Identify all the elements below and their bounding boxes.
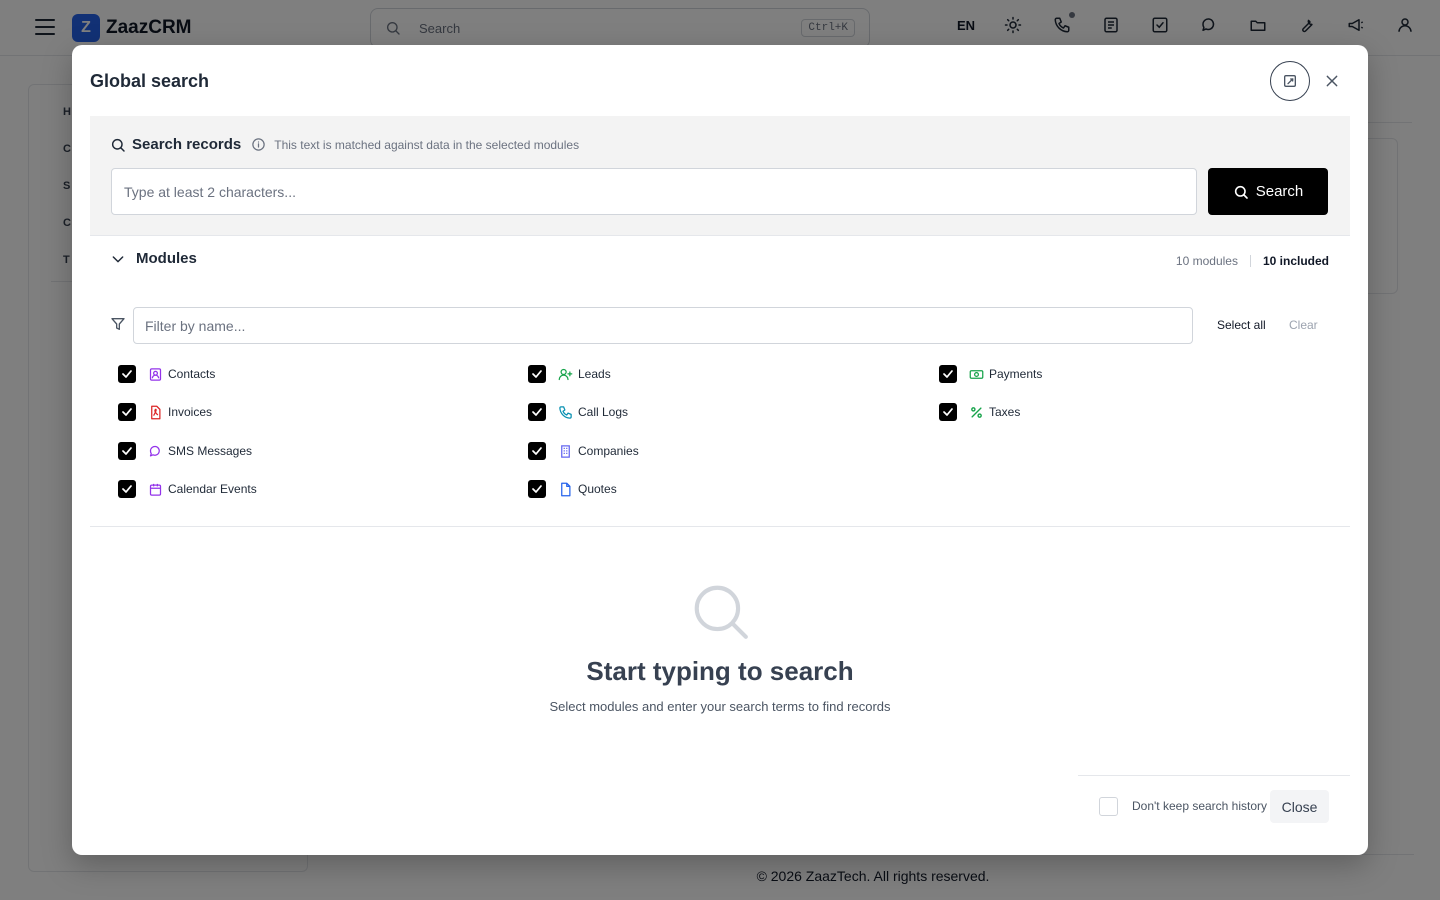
search-icon xyxy=(111,138,125,152)
module-item-call-logs[interactable]: Call Logs xyxy=(528,403,628,421)
search-button[interactable]: Search xyxy=(1208,168,1328,215)
module-item-payments[interactable]: Payments xyxy=(939,365,1042,383)
footer-divider xyxy=(1078,775,1350,776)
module-item-leads[interactable]: Leads xyxy=(528,365,611,383)
close-button[interactable]: Close xyxy=(1270,790,1329,823)
module-item-invoices[interactable]: Invoices xyxy=(118,403,212,421)
search-panel: Search records This text is matched agai… xyxy=(90,116,1350,236)
search-hint: This text is matched against data in the… xyxy=(274,137,580,152)
module-label: Contacts xyxy=(168,367,216,381)
chevron-down-icon xyxy=(112,255,124,262)
modules-count: 10 modules 10 included xyxy=(1176,254,1329,268)
document-icon xyxy=(557,481,573,497)
search-icon xyxy=(1234,185,1248,199)
info-icon[interactable] xyxy=(251,137,266,152)
module-item-calendar-events[interactable]: Calendar Events xyxy=(118,480,257,498)
module-item-quotes[interactable]: Quotes xyxy=(528,480,617,498)
module-label: Call Logs xyxy=(578,405,629,419)
select-all-button[interactable]: Select all xyxy=(1217,318,1266,332)
module-label: Payments xyxy=(989,367,1043,381)
checkbox-checked[interactable] xyxy=(118,365,136,383)
module-label: Quotes xyxy=(578,482,617,496)
contact-card-icon xyxy=(147,366,163,382)
module-label: Taxes xyxy=(989,405,1021,419)
module-label: SMS Messages xyxy=(168,444,253,458)
module-label: Calendar Events xyxy=(168,482,257,496)
modules-title: Modules xyxy=(136,250,197,267)
search-button-label: Search xyxy=(1255,183,1304,200)
section-divider xyxy=(90,526,1350,527)
module-label: Invoices xyxy=(168,405,213,419)
checkbox-checked[interactable] xyxy=(118,403,136,421)
external-link-icon xyxy=(1284,75,1296,87)
checkbox-checked[interactable] xyxy=(118,442,136,460)
user-plus-icon xyxy=(557,366,573,382)
module-item-contacts[interactable]: Contacts xyxy=(118,365,215,383)
module-item-sms-messages[interactable]: SMS Messages xyxy=(118,442,252,460)
modules-toggle[interactable]: Modules xyxy=(110,250,197,267)
search-panel-header: Search records This text is matched agai… xyxy=(110,136,579,153)
search-records-input[interactable] xyxy=(111,168,1197,215)
checkbox-checked[interactable] xyxy=(939,403,957,421)
file-pdf-icon xyxy=(147,404,163,420)
checkbox-checked[interactable] xyxy=(528,480,546,498)
search-records-title: Search records xyxy=(132,136,242,153)
percent-icon xyxy=(968,404,984,420)
checkbox-checked[interactable] xyxy=(528,403,546,421)
module-filter-input[interactable] xyxy=(133,307,1193,344)
building-icon xyxy=(557,443,573,459)
modules-total: 10 modules xyxy=(1175,254,1238,268)
global-search-modal: Global search Search records This text i… xyxy=(72,45,1368,855)
search-icon xyxy=(694,585,748,639)
checkbox-checked[interactable] xyxy=(528,365,546,383)
count-divider xyxy=(1249,255,1251,267)
filter-icon xyxy=(111,318,125,330)
checkbox-checked[interactable] xyxy=(939,365,957,383)
checkbox-checked[interactable] xyxy=(528,442,546,460)
module-label: Leads xyxy=(578,367,611,381)
history-checkbox[interactable] xyxy=(1099,797,1118,816)
close-icon[interactable] xyxy=(1320,69,1344,93)
modal-title: Global search xyxy=(90,71,210,91)
empty-state-title: Start typing to search xyxy=(586,656,854,686)
phone-icon xyxy=(557,404,573,420)
module-label: Companies xyxy=(578,444,639,458)
clear-button[interactable]: Clear xyxy=(1289,318,1318,332)
module-item-companies[interactable]: Companies xyxy=(528,442,639,460)
empty-state-subtitle: Select modules and enter your search ter… xyxy=(549,699,891,714)
module-item-taxes[interactable]: Taxes xyxy=(939,403,1020,421)
banknote-icon xyxy=(968,366,984,382)
calendar-icon xyxy=(147,481,163,497)
checkbox-checked[interactable] xyxy=(118,480,136,498)
modules-included: 10 included xyxy=(1262,254,1329,268)
open-external-button[interactable] xyxy=(1270,61,1310,101)
chat-bubbles-icon xyxy=(147,443,163,459)
history-label[interactable]: Don't keep search history xyxy=(1132,799,1267,813)
